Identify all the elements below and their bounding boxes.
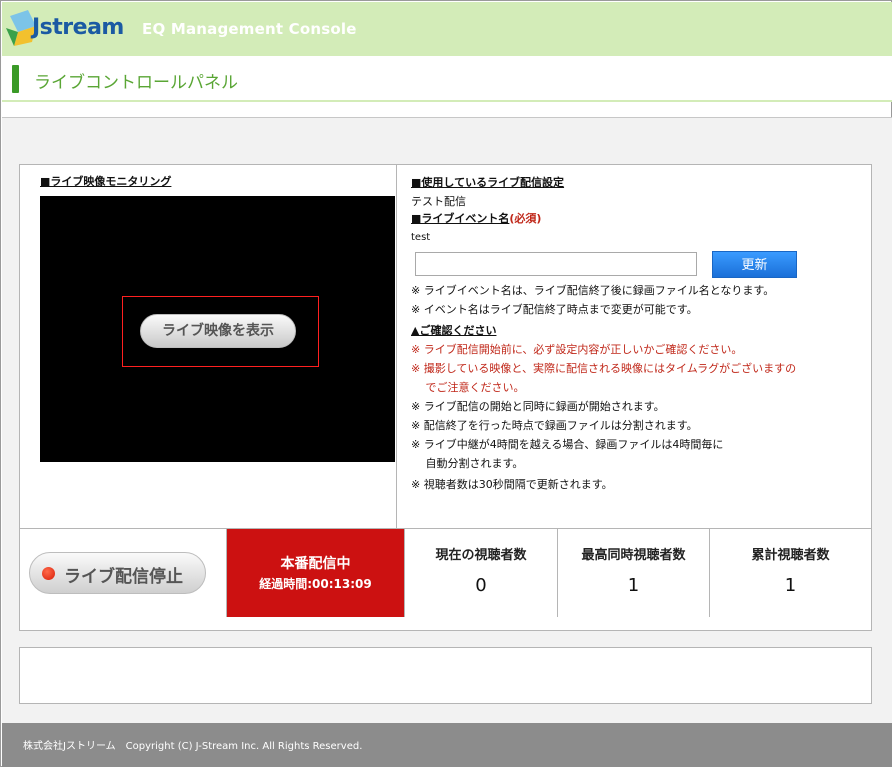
header-divider bbox=[2, 100, 892, 102]
event-name-current: test bbox=[411, 232, 431, 243]
current-viewers-value: 0 bbox=[475, 575, 487, 596]
title-accent-bar bbox=[12, 65, 19, 93]
logo-text: Jstream bbox=[32, 15, 124, 40]
update-button[interactable]: 更新 bbox=[712, 251, 797, 278]
confirm-note: ※ ライブ配信の開始と同時に録画が開始されます。 bbox=[411, 400, 665, 413]
total-viewers-label: 累計視聴者数 bbox=[751, 548, 830, 563]
monitor-heading: ■ライブ映像モニタリング bbox=[40, 175, 172, 188]
app-title: EQ Management Console bbox=[142, 20, 357, 38]
current-viewers-cell: 現在の視聴者数 0 bbox=[404, 529, 557, 617]
record-dot-icon bbox=[42, 567, 55, 580]
settings-note: ※ ライブイベント名は、ライブ配信終了後に録画ファイル名となります。 bbox=[411, 284, 775, 297]
main-content: ■ライブ映像モニタリング ライブ映像を表示 ■使用しているライブ配信設定 テスト… bbox=[2, 117, 892, 723]
copyright-text: 株式会社Jストリーム Copyright (C) J-Stream Inc. A… bbox=[23, 741, 363, 752]
settings-section: ■使用しているライブ配信設定 テスト配信 ■ライブイベント名(必須) test … bbox=[398, 165, 871, 528]
jstream-logo: Jstream bbox=[6, 8, 124, 48]
peak-viewers-cell: 最高同時視聴者数 1 bbox=[557, 529, 709, 617]
confirm-warning: ※ 撮影している映像と、実際に配信される映像にはタイムラグがございますの bbox=[411, 362, 797, 375]
settings-note: ※ イベント名はライブ配信終了時点まで変更が可能です。 bbox=[411, 303, 698, 316]
stop-live-label: ライブ配信停止 bbox=[64, 567, 183, 587]
confirm-note: 自動分割されます。 bbox=[411, 457, 524, 470]
app-window: Jstream EQ Management Console ライブコントロールパ… bbox=[0, 0, 892, 767]
current-viewers-label: 現在の視聴者数 bbox=[435, 548, 527, 563]
video-monitor: ライブ映像を表示 bbox=[40, 196, 395, 462]
live-status-badge: 本番配信中 経過時間:00:13:09 bbox=[227, 529, 404, 617]
page-header: ライブコントロールパネル bbox=[2, 56, 892, 100]
event-name-input[interactable] bbox=[415, 252, 697, 276]
stop-cell: ライブ配信停止 bbox=[20, 529, 227, 617]
page-title: ライブコントロールパネル bbox=[34, 73, 238, 93]
required-label: (必須) bbox=[509, 212, 542, 225]
total-viewers-cell: 累計視聴者数 1 bbox=[709, 529, 871, 617]
confirm-heading: ▲ご確認ください bbox=[411, 324, 497, 337]
event-name-heading-row: ■ライブイベント名(必須) bbox=[411, 210, 541, 226]
total-viewers-value: 1 bbox=[784, 575, 797, 596]
status-row: ライブ配信停止 本番配信中 経過時間:00:13:09 現在の視聴者数 0 最高… bbox=[20, 528, 871, 617]
settings-heading: ■使用しているライブ配信設定 bbox=[411, 176, 565, 189]
peak-viewers-value: 1 bbox=[627, 575, 640, 596]
event-name-heading: ■ライブイベント名 bbox=[411, 212, 510, 225]
elapsed-time: 経過時間:00:13:09 bbox=[259, 577, 372, 591]
show-live-video-button[interactable]: ライブ映像を表示 bbox=[140, 314, 296, 348]
footer: 株式会社Jストリーム Copyright (C) J-Stream Inc. A… bbox=[2, 723, 892, 767]
live-status-title: 本番配信中 bbox=[280, 556, 351, 572]
monitor-section: ■ライブ映像モニタリング ライブ映像を表示 bbox=[20, 165, 397, 528]
confirm-warning: でご注意ください。 bbox=[411, 381, 525, 394]
message-area bbox=[19, 647, 872, 704]
confirm-warning: ※ ライブ配信開始前に、必ず設定内容が正しいかご確認ください。 bbox=[411, 343, 743, 356]
stop-live-button[interactable]: ライブ配信停止 bbox=[29, 552, 206, 594]
live-control-panel: ■ライブ映像モニタリング ライブ映像を表示 ■使用しているライブ配信設定 テスト… bbox=[19, 164, 872, 631]
confirm-note: ※ 視聴者数は30秒間隔で更新されます。 bbox=[411, 478, 613, 491]
peak-viewers-label: 最高同時視聴者数 bbox=[581, 548, 686, 563]
confirm-note: ※ 配信終了を行った時点で録画ファイルは分割されます。 bbox=[411, 419, 698, 432]
settings-value: テスト配信 bbox=[411, 195, 466, 208]
top-header: Jstream EQ Management Console bbox=[2, 2, 892, 56]
confirm-note: ※ ライブ中継が4時間を越える場合、録画ファイルは4時間毎に bbox=[411, 438, 724, 451]
